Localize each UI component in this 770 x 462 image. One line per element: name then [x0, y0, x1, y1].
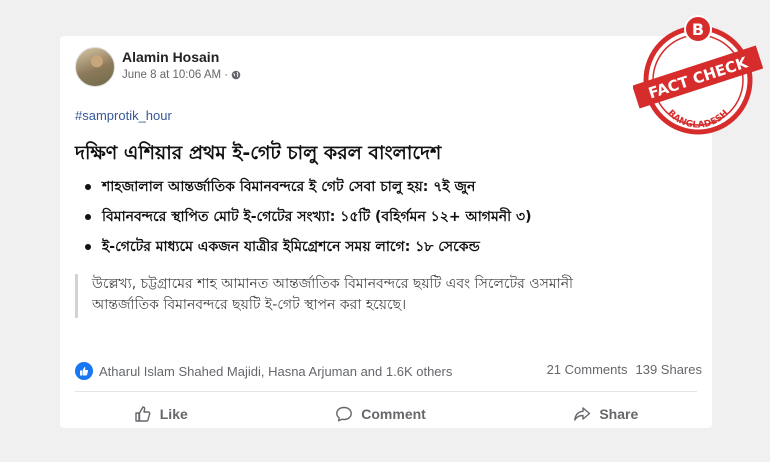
bullet-text: বিমানবন্দরে স্থাপিত মোট ই-গেটের সংখ্যা: … — [102, 209, 532, 225]
share-arrow-icon — [574, 407, 591, 421]
badge-letter: B — [692, 20, 704, 39]
hashtag-link[interactable]: #samprotik_hour — [75, 108, 172, 123]
quote-block: উল্লেখ্য, চট্টগ্রামের শাহ আমানত আন্তর্জা… — [75, 274, 712, 318]
share-button[interactable]: Share — [573, 402, 638, 426]
bullet-dot — [85, 184, 91, 190]
action-bar: Like Comment Share — [60, 402, 712, 426]
bullet-text: শাহজালাল আন্তর্জাতিক বিমানবন্দরে ই গেট স… — [102, 179, 476, 195]
post-meta: June 8 at 10:06 AM · — [122, 69, 241, 81]
reactions-text[interactable]: Atharul Islam Shahed Majidi, Hasna Arjum… — [99, 364, 452, 379]
engagement-counts: 21 Comments 139 Shares — [547, 362, 702, 377]
comments-count[interactable]: 21 Comments — [547, 362, 628, 377]
facebook-post-card: Alamin Hosain June 8 at 10:06 AM · #samp… — [60, 36, 712, 428]
post-headline: দক্ষিণ এশিয়ার প্রথম ই-গেট চালু করল বাংল… — [75, 142, 442, 164]
quote-line: আন্তর্জাতিক বিমানবন্দরে ছয়টি ই-গেট স্থা… — [92, 297, 407, 313]
bullet-dot — [85, 244, 91, 250]
bullet-item: ই-গেটের মাধ্যমে একজন যাত্রীর ইমিগ্রেশনে … — [80, 236, 532, 266]
share-label: Share — [599, 406, 639, 422]
bullet-text: ই-গেটের মাধ্যমে একজন যাত্রীর ইমিগ্রেশনে … — [102, 239, 480, 255]
comment-icon — [336, 406, 353, 422]
globe-icon — [231, 70, 241, 80]
like-reaction-icon — [75, 362, 93, 380]
shares-count[interactable]: 139 Shares — [636, 362, 703, 377]
author-avatar[interactable] — [75, 47, 115, 87]
bullet-item: বিমানবন্দরে স্থাপিত মোট ই-গেটের সংখ্যা: … — [80, 206, 532, 236]
like-button[interactable]: Like — [134, 402, 188, 426]
comment-label: Comment — [361, 406, 426, 422]
like-label: Like — [159, 406, 188, 422]
divider — [75, 391, 697, 392]
quote-line: উল্লেখ্য, চট্টগ্রামের শাহ আমানত আন্তর্জা… — [92, 276, 574, 292]
fact-check-badge: B FACT CHECK BANGLADESH — [633, 15, 763, 135]
comment-button[interactable]: Comment — [335, 402, 426, 426]
reactions-summary[interactable]: Atharul Islam Shahed Majidi, Hasna Arjum… — [75, 362, 452, 380]
bullet-item: শাহজালাল আন্তর্জাতিক বিমানবন্দরে ই গেট স… — [80, 176, 532, 206]
post-timestamp[interactable]: June 8 at 10:06 AM · — [122, 69, 228, 81]
author-name[interactable]: Alamin Hosain — [122, 49, 219, 65]
bullet-dot — [85, 214, 91, 220]
bullet-list: শাহজালাল আন্তর্জাতিক বিমানবন্দরে ই গেট স… — [80, 176, 532, 266]
thumbs-up-icon — [135, 406, 151, 422]
